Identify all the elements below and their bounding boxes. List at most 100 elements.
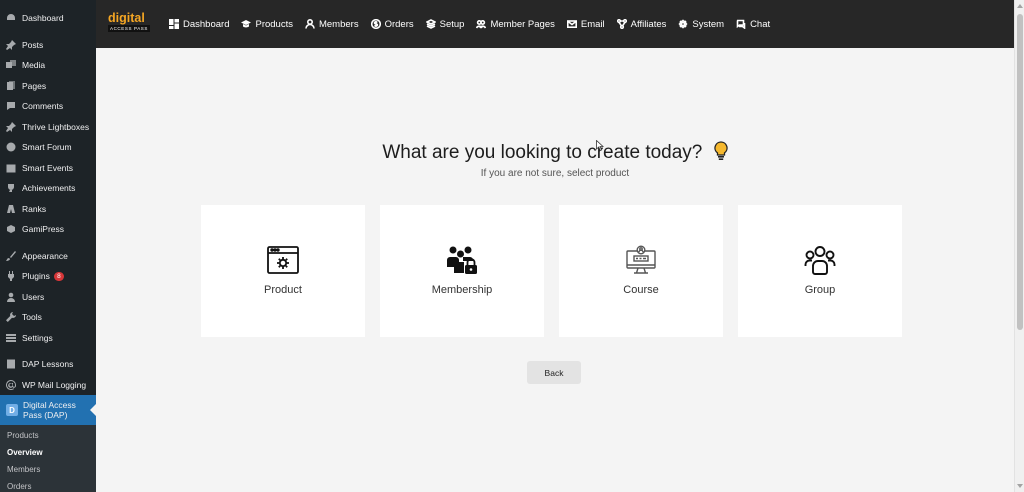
nav-label: Orders	[384, 18, 414, 30]
create-options: Product Membership Course Group	[201, 205, 917, 337]
sidebar-item-digital-access-pass[interactable]: D Digital Access Pass (DAP)	[0, 395, 96, 425]
sidebar-item-label: Tools	[22, 312, 42, 323]
sidebar-item-dap-lessons[interactable]: DAP Lessons	[0, 354, 96, 375]
sidebar-item-label: WP Mail Logging	[22, 379, 87, 390]
sidebar-item-media[interactable]: Media	[0, 55, 96, 76]
card-product[interactable]: Product	[201, 205, 365, 337]
scroll-down-arrow-icon[interactable]	[1017, 484, 1023, 488]
calendar-icon	[6, 163, 16, 173]
admin-sidebar: Dashboard Posts Media Pages Comments Thr…	[0, 0, 96, 492]
lessons-icon	[6, 359, 16, 369]
at-icon	[6, 379, 16, 390]
scrollbar-thumb[interactable]	[1017, 14, 1023, 330]
sidebar-item-label: Digital Access Pass (DAP)	[23, 400, 76, 420]
dap-logo[interactable]: digital ACCESS PASS	[108, 12, 150, 36]
graduation-cap-icon	[241, 20, 252, 28]
scroll-up-arrow-icon[interactable]	[1017, 4, 1023, 8]
pages-icon	[6, 80, 16, 91]
sidebar-item-achievements[interactable]: Achievements	[0, 178, 96, 199]
card-label: Group	[804, 284, 836, 296]
chat-icon	[736, 19, 746, 29]
nav-label: Members	[318, 18, 359, 30]
users-icon	[6, 292, 16, 302]
sidebar-item-label: Settings	[22, 332, 53, 343]
product-browser-gear-icon	[266, 243, 300, 277]
nav-label: Products	[255, 18, 293, 30]
pin-icon	[6, 39, 16, 50]
sidebar-item-label: Comments	[22, 101, 64, 112]
sidebar-item-label: Media	[22, 60, 46, 71]
page-scrollbar[interactable]	[1014, 0, 1024, 492]
card-label: Product	[264, 284, 302, 296]
submenu-item-orders[interactable]: Orders	[0, 478, 96, 492]
sidebar-item-appearance[interactable]: Appearance	[0, 246, 96, 267]
sidebar-item-label: GamiPress	[22, 224, 65, 235]
card-label: Membership	[431, 284, 493, 296]
card-course[interactable]: Course	[559, 205, 723, 337]
network-icon	[616, 19, 627, 29]
ranks-icon	[6, 204, 16, 214]
nav-member-pages[interactable]: Member Pages	[476, 18, 555, 30]
nav-chat[interactable]: Chat	[736, 19, 770, 30]
sidebar-item-pages[interactable]: Pages	[0, 76, 96, 97]
forum-icon	[6, 142, 16, 152]
envelope-icon	[566, 20, 577, 28]
layers-icon	[425, 19, 436, 29]
sidebar-item-label: Dashboard	[22, 13, 64, 24]
sidebar-item-thrive-lightboxes[interactable]: Thrive Lightboxes	[0, 117, 96, 138]
sidebar-item-label: Posts	[22, 39, 44, 50]
nav-members[interactable]: Members	[305, 19, 359, 30]
card-membership[interactable]: Membership	[380, 205, 544, 337]
dashboard-icon	[6, 13, 16, 23]
submenu-item-overview[interactable]: Overview	[0, 444, 96, 461]
sidebar-item-tools[interactable]: Tools	[0, 307, 96, 328]
sidebar-item-wp-mail-logging[interactable]: WP Mail Logging	[0, 375, 96, 396]
sidebar-item-posts[interactable]: Posts	[0, 35, 96, 56]
gear-icon	[679, 19, 688, 29]
plugins-update-badge: 8	[53, 271, 64, 281]
sidebar-item-smart-forum[interactable]: Smart Forum	[0, 137, 96, 158]
page-title: What are you looking to create today?	[96, 141, 1014, 167]
page-subtitle: If you are not sure, select product	[480, 168, 630, 179]
plugin-icon	[6, 271, 16, 282]
nav-dashboard[interactable]: Dashboard	[169, 19, 229, 30]
logo-text-top: digital	[108, 11, 145, 25]
back-button[interactable]: Back	[527, 361, 581, 384]
brush-icon	[6, 250, 16, 261]
card-group[interactable]: Group	[738, 205, 902, 337]
nav-label: Member Pages	[490, 18, 555, 30]
nav-label: Chat	[750, 18, 771, 30]
wrench-icon	[6, 312, 16, 323]
nav-setup[interactable]: Setup	[425, 19, 464, 30]
gamipress-icon	[6, 224, 16, 234]
sidebar-item-ranks[interactable]: Ranks	[0, 199, 96, 220]
lightbulb-icon	[713, 141, 728, 167]
nav-affiliates[interactable]: Affiliates	[616, 18, 667, 30]
nav-label: Affiliates	[630, 18, 667, 30]
sidebar-item-label: Ranks	[22, 203, 47, 214]
sidebar-item-dashboard[interactable]: Dashboard	[0, 8, 96, 29]
submenu-item-products[interactable]: Products	[0, 427, 96, 444]
submenu-item-members[interactable]: Members	[0, 461, 96, 478]
sidebar-item-users[interactable]: Users	[0, 287, 96, 308]
nav-label: System	[692, 18, 725, 30]
settings-icon	[6, 333, 16, 343]
nav-email[interactable]: Email	[566, 18, 605, 30]
nav-label: Email	[580, 18, 605, 30]
group-people-icon	[803, 243, 837, 277]
media-icon	[6, 60, 16, 70]
nav-orders[interactable]: Orders	[370, 18, 414, 30]
sidebar-item-label: Smart Events	[22, 162, 74, 173]
dollar-circle-icon	[370, 19, 381, 29]
people-icon	[476, 19, 487, 29]
sidebar-item-smart-events[interactable]: Smart Events	[0, 158, 96, 179]
sidebar-item-settings[interactable]: Settings	[0, 328, 96, 349]
sidebar-item-plugins[interactable]: Plugins 8	[0, 266, 96, 287]
dap-logo-icon: D	[6, 404, 18, 416]
nav-system[interactable]: System	[678, 19, 724, 30]
nav-products[interactable]: Products	[241, 19, 293, 30]
nav-label: Dashboard	[183, 18, 230, 30]
trophy-icon	[6, 183, 16, 193]
sidebar-item-comments[interactable]: Comments	[0, 96, 96, 117]
sidebar-item-gamipress[interactable]: GamiPress	[0, 219, 96, 240]
